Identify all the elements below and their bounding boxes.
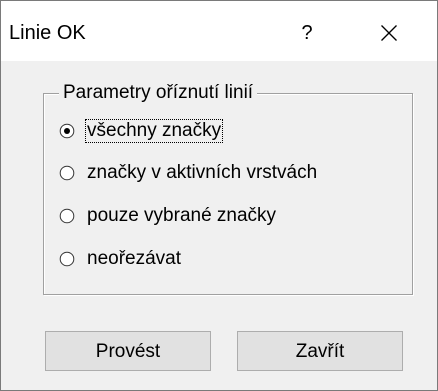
- title-bar: Linie OK ?: [1, 1, 437, 61]
- close-icon: [381, 25, 397, 41]
- close-button[interactable]: [357, 13, 421, 53]
- groupbox-legend: Parametry oříznutí linií: [59, 82, 258, 104]
- radio-selected-marks[interactable]: pouze vybrané značky: [59, 202, 399, 232]
- radio-all-marks[interactable]: všechny značky: [59, 117, 399, 147]
- radio-unchecked-icon: [59, 165, 75, 181]
- dialog-window: Linie OK ? Parametry oříznutí linií všec…: [0, 0, 438, 391]
- window-title: Linie OK: [9, 22, 86, 44]
- radio-label: všechny značky: [84, 119, 224, 143]
- radio-label: pouze vybrané značky: [87, 205, 277, 226]
- execute-button[interactable]: Provést: [45, 331, 211, 371]
- radio-label: neořezávat: [87, 248, 182, 269]
- radio-unchecked-icon: [59, 208, 75, 224]
- radio-active-layers[interactable]: značky v aktivních vrstvách: [59, 159, 399, 189]
- radio-checked-icon: [59, 123, 75, 139]
- help-button[interactable]: ?: [285, 13, 329, 53]
- radio-no-trim[interactable]: neořezávat: [59, 245, 399, 275]
- radio-unchecked-icon: [59, 251, 75, 267]
- radio-label: značky v aktivních vrstvách: [87, 162, 318, 183]
- close-dialog-button[interactable]: Zavřít: [237, 331, 403, 371]
